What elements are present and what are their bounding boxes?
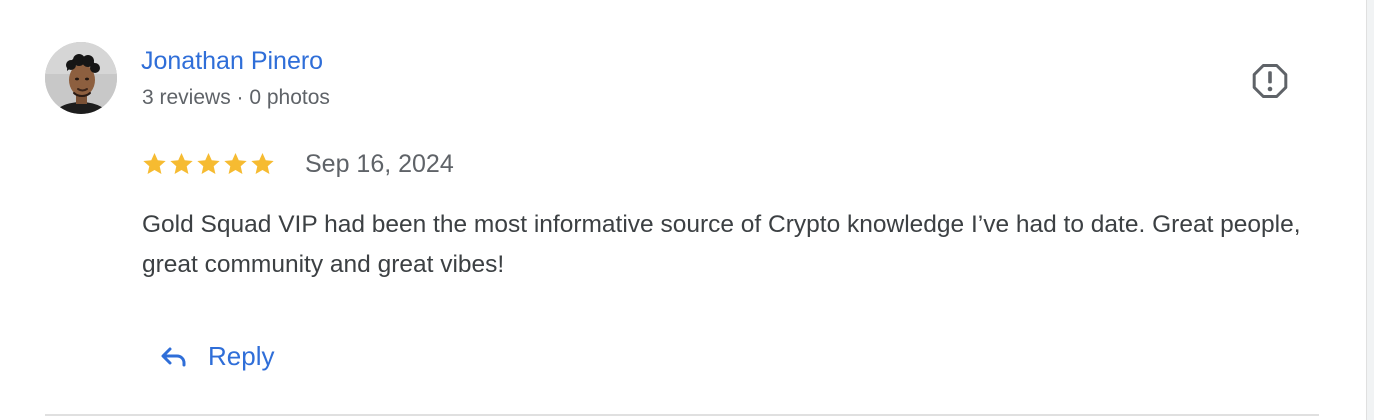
report-review-button[interactable]	[1250, 61, 1290, 101]
star-icon	[143, 152, 166, 174]
review-divider	[45, 414, 1319, 416]
review-text: Gold Squad VIP had been the most informa…	[142, 211, 1301, 278]
star-icon	[170, 152, 193, 174]
author-name-link[interactable]: Jonathan Pinero	[141, 46, 323, 76]
star-icon	[224, 152, 247, 174]
review-date: Sep 16, 2024	[305, 150, 454, 178]
reply-arrow-icon	[158, 340, 190, 372]
scrollbar-track[interactable]	[1366, 0, 1374, 420]
reply-button[interactable]: Reply	[158, 333, 274, 379]
review-card: Jonathan Pinero 3 reviews · 0 photos Sep…	[0, 0, 1374, 420]
star-icon	[197, 152, 220, 174]
report-octagon-icon	[1252, 64, 1288, 98]
author-review-count: 3 reviews · 0 photos	[142, 86, 330, 109]
star-icon	[251, 152, 274, 174]
reply-label: Reply	[208, 341, 275, 371]
avatar[interactable]	[45, 42, 117, 114]
star-rating	[141, 151, 276, 177]
avatar-photo	[45, 42, 117, 114]
